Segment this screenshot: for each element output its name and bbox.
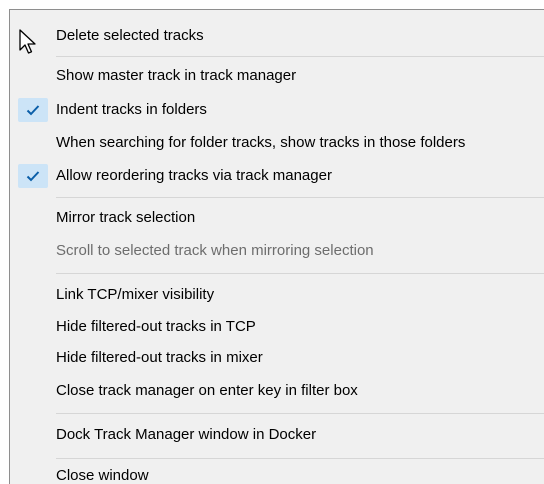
- menu-item-link-tcp-mixer-visibility[interactable]: Link TCP/mixer visibility: [56, 285, 214, 305]
- menu-item-search-folder-tracks[interactable]: When searching for folder tracks, show t…: [56, 133, 465, 153]
- menu-separator: [56, 56, 544, 57]
- checkmark-icon: [18, 164, 48, 188]
- menu-item-close-on-enter-key[interactable]: Close track manager on enter key in filt…: [56, 381, 358, 401]
- screenshot-stage: Delete selected tracks Show master track…: [0, 0, 544, 484]
- menu-item-hide-filtered-mixer[interactable]: Hide filtered-out tracks in mixer: [56, 348, 263, 368]
- menu-item-scroll-to-selected-track[interactable]: Scroll to selected track when mirroring …: [56, 241, 374, 261]
- menu-separator: [56, 197, 544, 198]
- menu-item-hide-filtered-tcp[interactable]: Hide filtered-out tracks in TCP: [56, 317, 256, 337]
- menu-item-close-window[interactable]: Close window: [56, 466, 149, 484]
- menu-item-mirror-track-selection[interactable]: Mirror track selection: [56, 208, 195, 228]
- menu-item-allow-reordering-tracks[interactable]: Allow reordering tracks via track manage…: [56, 166, 332, 186]
- checkmark-icon: [18, 98, 48, 122]
- menu-item-delete-selected-tracks[interactable]: Delete selected tracks: [56, 26, 204, 46]
- menu-item-show-master-track[interactable]: Show master track in track manager: [56, 66, 296, 86]
- arrow-cursor-icon: [19, 29, 36, 54]
- menu-item-indent-tracks-in-folders[interactable]: Indent tracks in folders: [56, 100, 207, 120]
- menu-item-dock-track-manager[interactable]: Dock Track Manager window in Docker: [56, 425, 316, 445]
- menu-separator: [56, 458, 544, 459]
- menu-separator: [56, 413, 544, 414]
- menu-separator: [56, 273, 544, 274]
